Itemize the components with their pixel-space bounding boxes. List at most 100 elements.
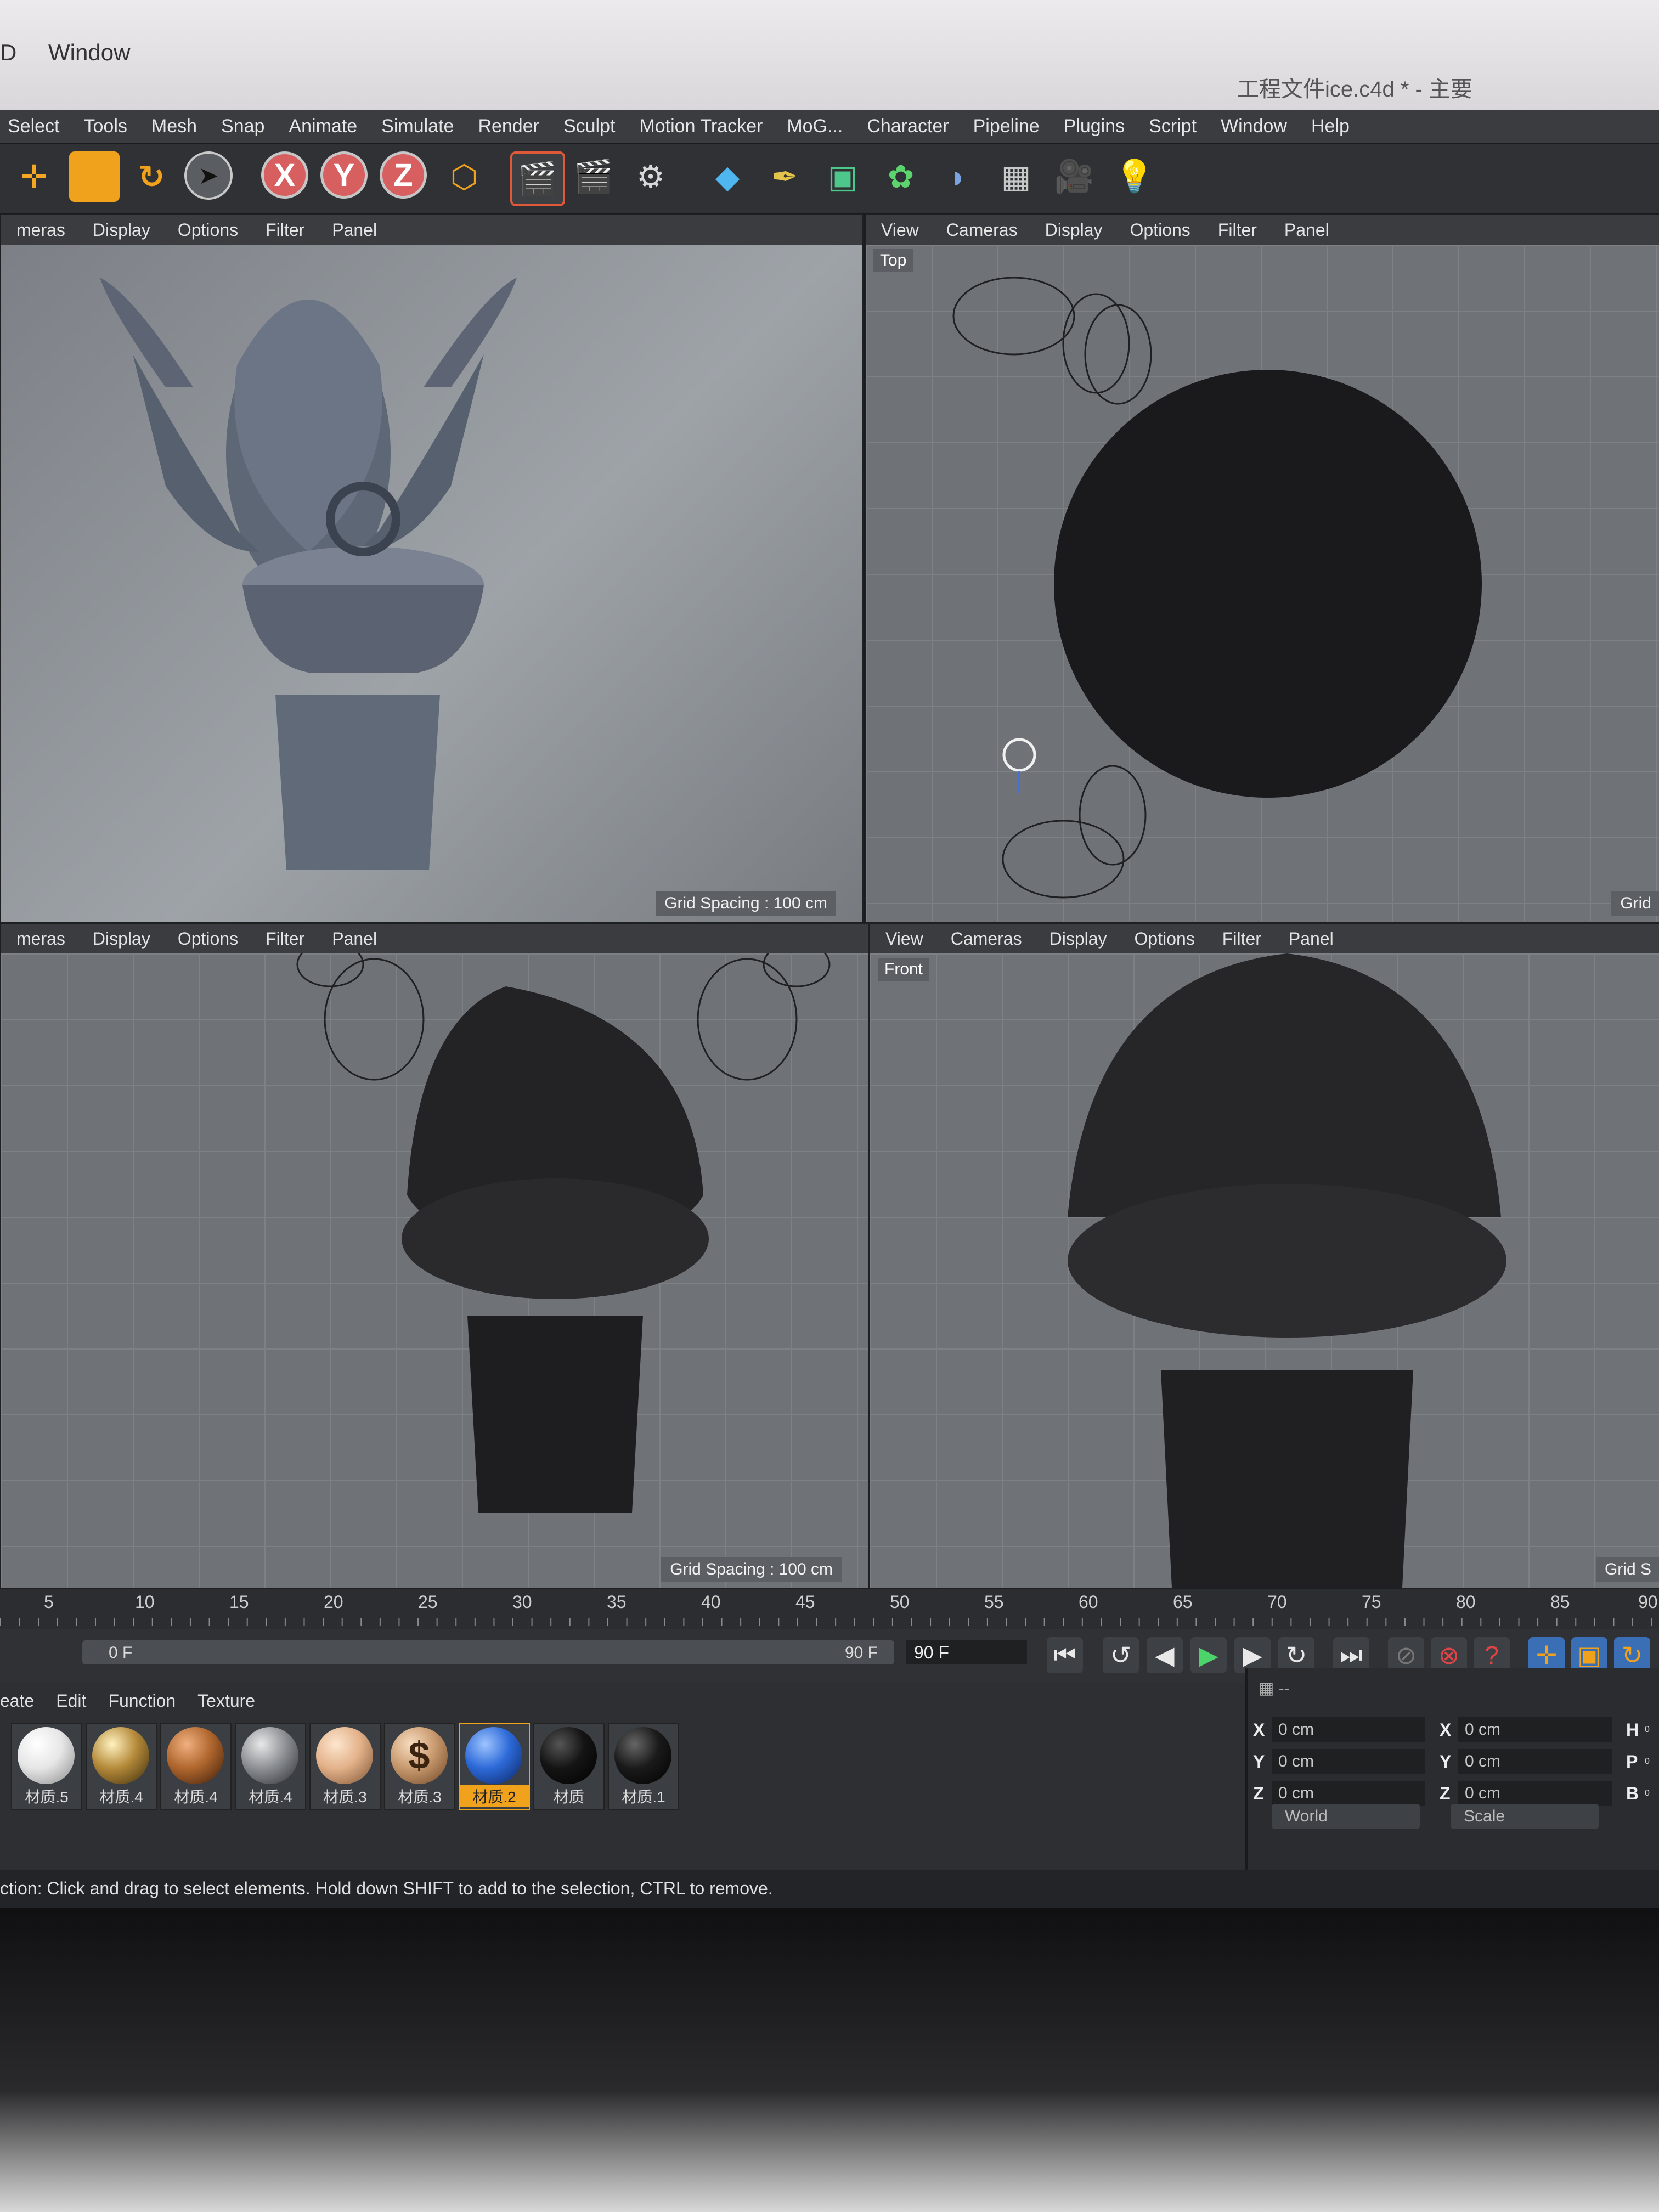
size-z-field[interactable]: 0 cm — [1458, 1781, 1612, 1806]
timeline-tick: 25 — [418, 1592, 438, 1612]
subdivision-icon[interactable]: ▣ — [817, 151, 868, 202]
material-swatch[interactable]: 材质.4 — [160, 1723, 232, 1810]
coordinate-space-dropdown[interactable]: World — [1272, 1804, 1420, 1829]
vp-menu-filter[interactable]: Filter — [1222, 929, 1261, 949]
vp-menu-filter[interactable]: Filter — [266, 220, 304, 240]
menu-select[interactable]: Select — [8, 116, 60, 137]
vp-menu-cameras[interactable]: Cameras — [946, 220, 1018, 240]
menu-character[interactable]: Character — [867, 116, 949, 137]
rotate-tool-icon[interactable]: ↻ — [126, 151, 177, 202]
size-y-field[interactable]: 0 cm — [1458, 1749, 1612, 1774]
previous-key-icon[interactable]: ↺ — [1103, 1637, 1139, 1673]
vp-menu-panel[interactable]: Panel — [332, 929, 377, 949]
end-frame-field[interactable]: 90 F — [906, 1640, 1027, 1664]
vp-menu-filter[interactable]: Filter — [266, 929, 304, 949]
mat-menu-function[interactable]: Function — [108, 1691, 176, 1711]
viewport-top[interactable]: View Cameras Display Options Filter Pane… — [865, 214, 1659, 923]
render-settings-icon[interactable]: ⚙ — [625, 151, 676, 202]
viewport-right[interactable]: meras Display Options Filter Panel Grid … — [0, 923, 869, 1589]
render-picture-viewer-icon[interactable]: 🎬 — [568, 151, 619, 202]
camera-icon[interactable]: 🎥 — [1049, 151, 1099, 202]
menu-sculpt[interactable]: Sculpt — [563, 116, 616, 137]
os-menu-window[interactable]: Window — [48, 40, 130, 65]
cloner-icon[interactable]: ✿ — [876, 151, 926, 202]
vp-menu-view[interactable]: View — [881, 220, 919, 240]
material-swatch[interactable]: 材质.4 — [235, 1723, 306, 1810]
axis-z-toggle[interactable]: Z — [380, 151, 427, 199]
vp-menu-cameras[interactable]: Cameras — [951, 929, 1022, 949]
floor-icon[interactable]: ▦ — [991, 151, 1041, 202]
position-y-field[interactable]: 0 cm — [1272, 1749, 1425, 1774]
vp-menu-display[interactable]: Display — [93, 929, 150, 949]
vp-menu-panel[interactable]: Panel — [1284, 220, 1329, 240]
size-mode-dropdown[interactable]: Scale — [1451, 1804, 1599, 1829]
material-swatch[interactable]: 材质.1 — [608, 1723, 679, 1810]
menu-render[interactable]: Render — [478, 116, 539, 137]
menu-mograph[interactable]: MoG... — [787, 116, 843, 137]
menu-script[interactable]: Script — [1149, 116, 1197, 137]
mat-menu-create[interactable]: eate — [0, 1691, 34, 1711]
status-bar: ction: Click and drag to select elements… — [0, 1870, 1659, 1908]
menu-window[interactable]: Window — [1221, 116, 1287, 137]
vp-menu-cameras[interactable]: meras — [16, 929, 65, 949]
range-start: 0 F — [109, 1644, 133, 1662]
rotation-h-field[interactable]: 0 — [1645, 1725, 1650, 1735]
mat-menu-edit[interactable]: Edit — [56, 1691, 86, 1711]
vp-menu-options[interactable]: Options — [178, 929, 238, 949]
mat-menu-texture[interactable]: Texture — [198, 1691, 255, 1711]
menu-mesh[interactable]: Mesh — [151, 116, 197, 137]
coordinate-system-icon[interactable]: ⬡ — [439, 151, 489, 202]
move-tool-icon[interactable]: ✛ — [9, 151, 59, 202]
os-menu-d[interactable]: D — [0, 40, 16, 65]
vp-menu-filter[interactable]: Filter — [1218, 220, 1257, 240]
viewport-front[interactable]: View Cameras Display Options Filter Pane… — [869, 923, 1659, 1589]
deformer-icon[interactable]: ◗ — [933, 151, 983, 202]
material-swatch[interactable]: 材质.3 — [309, 1723, 381, 1810]
size-x-field[interactable]: 0 cm — [1458, 1717, 1612, 1742]
frame-range-slider[interactable]: 0 F 90 F — [82, 1640, 894, 1664]
material-swatch[interactable]: $ 材质.3 — [384, 1723, 455, 1810]
rotation-p-field[interactable]: 0 — [1645, 1757, 1650, 1767]
axis-y-toggle[interactable]: Y — [320, 151, 368, 199]
vp-menu-options[interactable]: Options — [1135, 929, 1195, 949]
material-swatch[interactable]: 材质.4 — [86, 1723, 157, 1810]
vp-menu-display[interactable]: Display — [1049, 929, 1107, 949]
rotation-b-field[interactable]: 0 — [1645, 1788, 1650, 1798]
vp-menu-options[interactable]: Options — [178, 220, 238, 240]
menu-animate[interactable]: Animate — [289, 116, 357, 137]
vp-menu-panel[interactable]: Panel — [332, 220, 377, 240]
menu-simulate[interactable]: Simulate — [381, 116, 454, 137]
vp-menu-view[interactable]: View — [885, 929, 923, 949]
grid-spacing-label: Grid — [1611, 891, 1659, 916]
material-swatch[interactable]: 材质.5 — [11, 1723, 82, 1810]
position-z-field[interactable]: 0 cm — [1272, 1781, 1425, 1806]
scale-tool-icon[interactable] — [69, 151, 120, 202]
vp-menu-display[interactable]: Display — [93, 220, 150, 240]
grid-icon: ▦ — [1259, 1679, 1279, 1697]
material-label: 材质.4 — [174, 1788, 218, 1805]
cube-icon[interactable]: ◆ — [702, 151, 753, 202]
pen-icon[interactable]: ✒ — [759, 151, 810, 202]
material-swatch-selected[interactable]: 材质.2 — [459, 1723, 530, 1810]
live-selection-icon[interactable]: ➤ — [184, 151, 233, 200]
go-to-start-icon[interactable]: ⏮ — [1047, 1637, 1083, 1673]
play-icon[interactable]: ▶ — [1190, 1637, 1227, 1673]
axis-x-toggle[interactable]: X — [261, 151, 308, 199]
material-swatch[interactable]: 材质 — [533, 1723, 605, 1810]
vp-menu-options[interactable]: Options — [1130, 220, 1190, 240]
position-x-field[interactable]: 0 cm — [1272, 1717, 1425, 1742]
vp-menu-cameras[interactable]: meras — [16, 220, 65, 240]
menu-tools[interactable]: Tools — [84, 116, 127, 137]
menu-snap[interactable]: Snap — [221, 116, 264, 137]
light-icon[interactable]: 💡 — [1109, 151, 1160, 202]
vp-menu-display[interactable]: Display — [1045, 220, 1103, 240]
menu-plugins[interactable]: Plugins — [1064, 116, 1125, 137]
render-view-icon[interactable]: 🎬 — [510, 151, 565, 206]
timeline-ruler[interactable]: 5 10 15 20 25 30 35 40 45 50 55 60 65 70… — [0, 1589, 1659, 1629]
previous-frame-icon[interactable]: ◀ — [1147, 1637, 1183, 1673]
viewport-perspective[interactable]: meras Display Options Filter Panel Grid … — [0, 214, 864, 923]
menu-motion-tracker[interactable]: Motion Tracker — [639, 116, 763, 137]
menu-help[interactable]: Help — [1311, 116, 1350, 137]
vp-menu-panel[interactable]: Panel — [1289, 929, 1334, 949]
menu-pipeline[interactable]: Pipeline — [973, 116, 1040, 137]
